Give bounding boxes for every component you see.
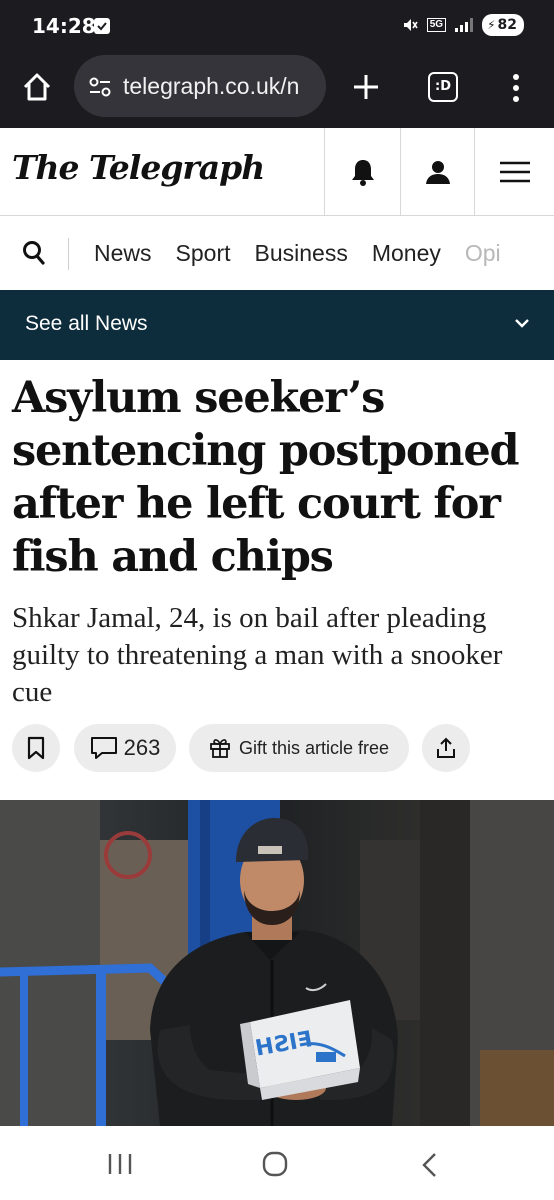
tabs-icon[interactable]: :D xyxy=(428,72,458,102)
battery-icon: ⚡ 82 xyxy=(482,14,524,36)
address-bar[interactable]: telegraph.co.uk/n xyxy=(74,55,326,117)
gift-article-button[interactable]: Gift this article free xyxy=(189,724,409,772)
comment-icon xyxy=(90,737,117,759)
url-text: telegraph.co.uk/n xyxy=(123,73,300,99)
notifications-button[interactable] xyxy=(324,128,400,215)
signal-icon xyxy=(455,18,474,32)
back-icon[interactable] xyxy=(420,1152,440,1178)
see-all-news-bar[interactable]: See all News xyxy=(0,290,554,360)
nav-divider xyxy=(68,238,69,270)
comment-count: 263 xyxy=(123,735,161,760)
telegraph-logo[interactable]: The Telegraph xyxy=(12,148,265,187)
notification-icon xyxy=(94,18,110,34)
nav-item-opinion[interactable]: Opi xyxy=(465,240,501,267)
article-photo[interactable]: FISH xyxy=(0,800,554,1126)
article-headline: Asylum seeker’s sentencing postponed aft… xyxy=(12,373,520,582)
nav-items: News Sport Business Money Opi xyxy=(94,240,501,267)
site-header: The Telegraph xyxy=(0,128,554,216)
gift-icon xyxy=(210,739,230,758)
browser-menu-button[interactable] xyxy=(504,68,528,108)
search-icon[interactable] xyxy=(22,240,46,266)
chevron-down-icon xyxy=(515,319,529,328)
bell-icon xyxy=(351,159,374,186)
photo-illustration: FISH xyxy=(0,800,554,1126)
system-nav-bar xyxy=(0,1126,554,1200)
tab-count: :D xyxy=(435,79,451,94)
see-all-label: See all News xyxy=(25,312,148,335)
new-tab-button[interactable] xyxy=(348,69,384,105)
nav-fade xyxy=(504,216,554,290)
home-icon xyxy=(23,73,51,101)
comments-button[interactable]: 263 xyxy=(74,724,176,772)
mute-icon xyxy=(403,19,418,31)
nav-item-business[interactable]: Business xyxy=(255,240,348,267)
gift-label: Gift this article free xyxy=(238,737,390,758)
section-nav: News Sport Business Money Opi xyxy=(0,216,554,290)
status-icons: 5G ⚡ 82 xyxy=(401,14,524,36)
recents-icon[interactable] xyxy=(106,1152,134,1176)
battery-level: 82 xyxy=(497,17,517,33)
bookmark-icon xyxy=(27,736,45,760)
account-button[interactable] xyxy=(400,128,474,215)
hamburger-icon xyxy=(499,161,530,182)
more-vert-icon xyxy=(513,74,519,102)
nav-item-money[interactable]: Money xyxy=(372,240,441,267)
plus-icon xyxy=(354,75,378,99)
5g-icon: 5G xyxy=(426,18,447,32)
site-settings-icon[interactable] xyxy=(88,77,112,97)
status-bar: 14:28 5G ⚡ 82 xyxy=(0,0,554,52)
status-time: 14:28 xyxy=(32,14,96,38)
browser-toolbar: telegraph.co.uk/n :D xyxy=(0,52,554,128)
nav-item-sport[interactable]: Sport xyxy=(176,240,231,267)
nav-item-news[interactable]: News xyxy=(94,240,152,267)
site-menu-button[interactable] xyxy=(474,128,554,215)
user-icon xyxy=(425,160,450,184)
bookmark-button[interactable] xyxy=(12,724,60,772)
home-button[interactable] xyxy=(20,70,54,104)
share-icon xyxy=(437,737,455,758)
article-standfirst: Shkar Jamal, 24, is on bail after pleadi… xyxy=(12,602,503,708)
system-home-icon[interactable] xyxy=(262,1151,288,1177)
share-button[interactable] xyxy=(422,724,470,772)
